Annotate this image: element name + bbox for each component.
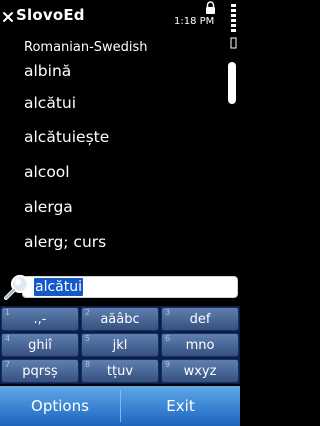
dictionary-name: Romanian-Swedish bbox=[24, 40, 148, 55]
scrollbar-thumb[interactable] bbox=[228, 62, 236, 104]
keypad: 1 .,- 2 aăâbc 3 def 4 ghiî 5 jkl 6 mno 7… bbox=[0, 306, 240, 384]
key-9[interactable]: 9 wxyz bbox=[161, 359, 239, 383]
key-digit: 4 bbox=[5, 334, 11, 343]
key-digit: 2 bbox=[85, 308, 91, 317]
key-letters: tțuv bbox=[106, 364, 134, 379]
search-icon[interactable] bbox=[2, 272, 32, 302]
key-7[interactable]: 7 pqrsș bbox=[1, 359, 79, 383]
key-letters: wxyz bbox=[183, 364, 217, 379]
signal-bars-icon bbox=[231, 4, 236, 32]
key-digit: 5 bbox=[85, 334, 91, 343]
list-item[interactable]: alcătuiește bbox=[24, 122, 220, 152]
list-item[interactable]: alerga bbox=[24, 192, 220, 222]
exit-softkey[interactable]: Exit bbox=[121, 386, 240, 426]
key-5[interactable]: 5 jkl bbox=[81, 333, 159, 357]
list-item[interactable]: albină bbox=[24, 56, 220, 86]
key-letters: def bbox=[189, 312, 211, 327]
key-8[interactable]: 8 tțuv bbox=[81, 359, 159, 383]
key-4[interactable]: 4 ghiî bbox=[1, 333, 79, 357]
clock: 1:18 PM bbox=[174, 16, 215, 27]
key-letters: aăâbc bbox=[100, 312, 140, 327]
key-letters: pqrsș bbox=[22, 364, 58, 379]
status-bar: SlovoEd 1:18 PM bbox=[0, 0, 240, 36]
key-letters: jkl bbox=[112, 338, 128, 353]
list-item[interactable]: alcătui bbox=[24, 88, 220, 118]
key-letters: mno bbox=[185, 338, 215, 353]
key-letters: .,- bbox=[33, 312, 47, 327]
key-letters: ghiî bbox=[28, 338, 52, 353]
key-digit: 8 bbox=[85, 360, 91, 369]
word-list: albină alcătui alcătuiește alcool alerga… bbox=[0, 62, 222, 270]
key-digit: 7 bbox=[5, 360, 11, 369]
key-digit: 9 bbox=[165, 360, 171, 369]
key-3[interactable]: 3 def bbox=[161, 307, 239, 331]
list-item[interactable]: alerg; curs bbox=[24, 227, 220, 257]
list-item[interactable]: alcool bbox=[24, 157, 220, 187]
options-softkey[interactable]: Options bbox=[0, 386, 120, 426]
key-digit: 3 bbox=[165, 308, 171, 317]
softkey-bar: Options Exit bbox=[0, 386, 240, 426]
search-input[interactable]: alcătui bbox=[22, 276, 238, 298]
key-2[interactable]: 2 aăâbc bbox=[81, 307, 159, 331]
screen: SlovoEd 1:18 PM Romanian-Swedish albină … bbox=[0, 0, 240, 426]
app-title: SlovoEd bbox=[16, 6, 85, 24]
key-6[interactable]: 6 mno bbox=[161, 333, 239, 357]
close-icon[interactable] bbox=[2, 11, 14, 23]
search-input-value: alcătui bbox=[34, 278, 83, 296]
key-digit: 1 bbox=[5, 308, 11, 317]
key-digit: 6 bbox=[165, 334, 171, 343]
lock-icon bbox=[206, 1, 215, 14]
key-1[interactable]: 1 .,- bbox=[1, 307, 79, 331]
